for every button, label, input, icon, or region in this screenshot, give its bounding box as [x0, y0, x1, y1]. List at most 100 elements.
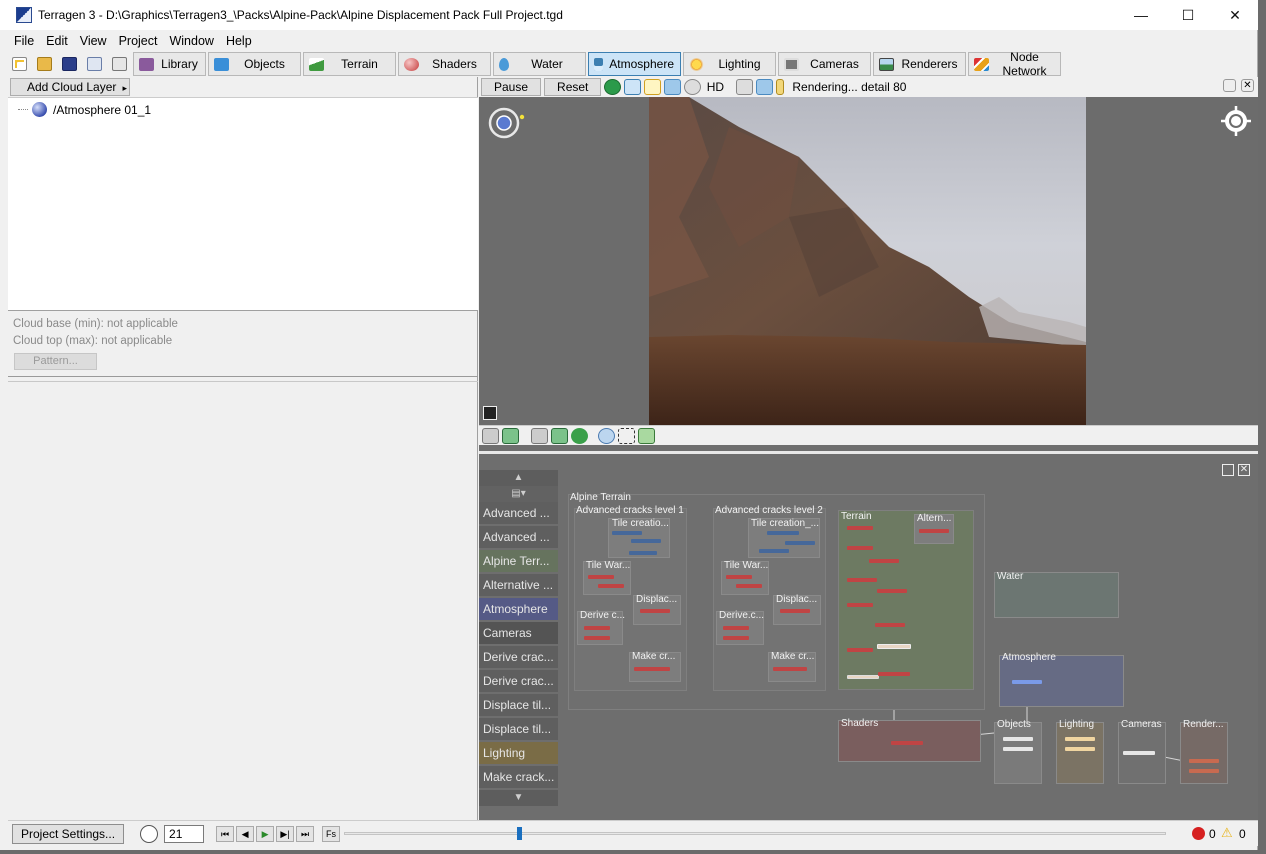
timeline-slider[interactable]: [344, 827, 1166, 840]
derive-cracks-node-1[interactable]: Derive c...: [577, 610, 625, 645]
water-drop-icon: [499, 57, 509, 71]
image-icon: [879, 57, 894, 71]
crosshair-icon[interactable]: [756, 79, 774, 95]
make-cracks-node-1[interactable]: Make cr...: [629, 651, 681, 682]
pattern-button[interactable]: Pattern...: [14, 353, 97, 370]
cameras-node[interactable]: Cameras: [1118, 719, 1166, 784]
play-icon[interactable]: ▶: [256, 825, 275, 842]
tile-creation-node-1[interactable]: Tile creatio...: [608, 518, 670, 558]
add-cloud-layer-button[interactable]: Add Cloud Layer: [10, 78, 130, 96]
open-file-button[interactable]: [33, 53, 56, 75]
close-pane-icon[interactable]: ✕: [1241, 79, 1254, 92]
tab-objects[interactable]: Objects: [208, 52, 301, 76]
atmosphere-sphere-icon: [32, 102, 47, 117]
curve-icon[interactable]: [638, 427, 655, 444]
terrain-group-label: Terrain: [841, 511, 872, 522]
navigate-camera-icon[interactable]: [486, 105, 526, 141]
menu-window[interactable]: Window: [163, 34, 219, 48]
tab-atmosphere[interactable]: Atmosphere: [588, 52, 681, 76]
exposure-icon[interactable]: [483, 406, 497, 420]
timeline-handle[interactable]: [517, 827, 523, 840]
warning-count: 0: [1239, 827, 1246, 841]
next-frame-icon[interactable]: ▶|: [276, 825, 295, 842]
make-cracks-node-2[interactable]: Make cr...: [768, 651, 816, 682]
3d-icon: [112, 57, 127, 71]
lighting-node[interactable]: Lighting: [1056, 719, 1104, 784]
hd-toggle[interactable]: HD: [704, 79, 726, 95]
tab-shaders[interactable]: Shaders: [398, 52, 491, 76]
previous-frame-icon[interactable]: ◀: [236, 825, 255, 842]
derive-cracks-node-2[interactable]: Derive.c...: [716, 610, 764, 645]
tab-node-network[interactable]: Node Network: [968, 50, 1061, 78]
first-frame-icon[interactable]: ⏮: [216, 825, 235, 842]
menu-bar: File Edit View Project Window Help: [8, 30, 258, 51]
pause-button[interactable]: Pause: [481, 78, 542, 96]
cloud-top-label: Cloud top (max): not applicable: [13, 335, 173, 347]
renderer-select-icon[interactable]: [551, 427, 568, 444]
shaders-node[interactable]: Shaders: [838, 718, 981, 762]
frame-settings-icon[interactable]: Fs: [322, 825, 341, 842]
renderers-node[interactable]: Render...: [1180, 719, 1228, 784]
restore-pane-icon[interactable]: [1223, 79, 1236, 92]
camera-view-icon[interactable]: [482, 427, 499, 444]
tab-renderers[interactable]: Renderers: [873, 52, 966, 76]
menu-help[interactable]: Help: [220, 34, 258, 48]
object-preview-icon[interactable]: [664, 79, 682, 95]
error-icon[interactable]: [1192, 827, 1205, 840]
displace-node-2[interactable]: Displac...: [773, 594, 821, 625]
refresh-icon[interactable]: [571, 427, 588, 444]
water-node[interactable]: Water: [994, 571, 1119, 618]
tab-terrain[interactable]: Terrain: [303, 52, 396, 76]
atmosphere-node[interactable]: Atmosphere: [999, 652, 1124, 707]
eye-icon[interactable]: [598, 427, 615, 444]
globe-icon[interactable]: [604, 79, 622, 95]
render-settings-button[interactable]: [83, 53, 106, 75]
tab-water[interactable]: Water: [493, 52, 586, 76]
reset-button[interactable]: Reset: [544, 78, 602, 96]
render-view-icon[interactable]: [502, 427, 519, 444]
menu-view[interactable]: View: [74, 34, 113, 48]
cloud-preview-icon[interactable]: [624, 79, 642, 95]
last-frame-icon[interactable]: ⏭: [296, 825, 315, 842]
render-viewport[interactable]: [479, 97, 1258, 425]
frame-number-field[interactable]: 21: [164, 824, 205, 843]
fit-view-icon[interactable]: [618, 427, 635, 444]
panel-splitter[interactable]: [8, 376, 478, 382]
tab-cameras[interactable]: Cameras: [778, 52, 871, 76]
tile-creation-node-2[interactable]: Tile creation_...: [748, 518, 820, 558]
objects-node[interactable]: Objects: [994, 719, 1042, 784]
crosshair-target-icon[interactable]: [1220, 105, 1252, 137]
cracks-level-2-label: Advanced cracks level 2: [715, 505, 823, 516]
tab-lighting[interactable]: Lighting: [683, 52, 776, 76]
camera-select-icon[interactable]: [531, 427, 548, 444]
cracks-level-1-label: Advanced cracks level 1: [576, 505, 684, 516]
new-file-button[interactable]: [8, 53, 31, 75]
menu-edit[interactable]: Edit: [40, 34, 74, 48]
clock-icon[interactable]: [140, 824, 159, 843]
brush-icon[interactable]: [736, 79, 754, 95]
close-button[interactable]: ✕: [1212, 0, 1258, 30]
project-settings-button[interactable]: Project Settings...: [12, 823, 125, 844]
3d-preview-button[interactable]: [108, 53, 131, 75]
tree-item-label: /Atmosphere 01_1: [53, 102, 152, 117]
main-window: Terragen 3 - D:\Graphics\Terragen3_\Pack…: [0, 0, 1258, 850]
alternative-node[interactable]: Altern...: [914, 513, 954, 544]
tile-warp-node-2[interactable]: Tile War...: [721, 560, 769, 595]
tab-library[interactable]: Library: [133, 52, 206, 76]
displace-node-1[interactable]: Displac...: [633, 594, 681, 625]
terrain-output-pip[interactable]: [877, 644, 911, 649]
menu-project[interactable]: Project: [113, 34, 164, 48]
warning-icon[interactable]: ⚠: [1221, 825, 1233, 841]
sun-preview-icon[interactable]: [644, 79, 662, 95]
viewport-toolbar: [479, 425, 1258, 445]
save-button[interactable]: [58, 53, 81, 75]
tree-item-atmosphere[interactable]: /Atmosphere 01_1: [18, 102, 151, 117]
ruler-icon[interactable]: [776, 79, 785, 95]
maximize-button[interactable]: ☐: [1165, 0, 1211, 30]
window-title: Terragen 3 - D:\Graphics\Terragen3_\Pack…: [38, 8, 563, 22]
minimize-button[interactable]: —: [1118, 0, 1164, 30]
tile-warp-node-1[interactable]: Tile War...: [583, 560, 631, 595]
terrain-connect-pip[interactable]: [878, 672, 910, 676]
gear-icon[interactable]: [684, 79, 702, 95]
menu-file[interactable]: File: [8, 34, 40, 48]
